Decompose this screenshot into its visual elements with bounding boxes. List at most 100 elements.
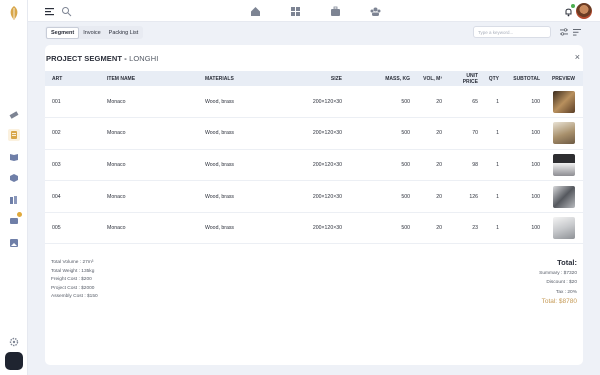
cell-subtotal: 100 <box>503 212 544 245</box>
cell-qty: 1 <box>482 212 503 245</box>
table-row[interactable]: 001 Monaco Wood, brass 200×120×30 500 20… <box>45 86 583 119</box>
grand-total: Total: $8780 <box>541 298 577 306</box>
page-title: PROJECT SEGMENT - LONGHI <box>46 54 158 63</box>
cell-art: 001 <box>45 86 103 119</box>
cell-qty: 1 <box>482 86 503 119</box>
cell-subtotal: 100 <box>503 180 544 213</box>
cell-subtotal: 100 <box>503 86 544 119</box>
cell-vol: 20 <box>414 117 446 150</box>
freight-cost: Freight Cost : $200 <box>51 277 92 283</box>
cell-size: 200×120×30 <box>301 212 346 245</box>
preview-thumbnail[interactable] <box>552 217 575 240</box>
totals-heading: Total: <box>557 258 577 267</box>
col-materials[interactable]: MATERIALS <box>201 71 301 86</box>
home-icon[interactable] <box>249 5 261 17</box>
cell-materials: Wood, brass <box>201 86 301 119</box>
image-icon[interactable] <box>8 237 20 249</box>
cell-art: 005 <box>45 212 103 245</box>
cell-vol: 20 <box>414 86 446 119</box>
cell-art: 004 <box>45 180 103 213</box>
books-icon[interactable] <box>8 194 20 206</box>
cell-subtotal: 100 <box>503 149 544 182</box>
ruler-icon[interactable] <box>8 109 20 121</box>
col-unit-price[interactable]: UNIT PRICE <box>446 71 482 86</box>
notification-dot <box>571 4 575 8</box>
cube-icon[interactable] <box>8 172 20 184</box>
briefcase-icon[interactable] <box>329 5 341 17</box>
preview-thumbnail[interactable] <box>552 185 575 208</box>
cell-size: 200×120×30 <box>301 180 346 213</box>
menu-icon[interactable] <box>43 5 55 17</box>
cell-preview <box>544 117 583 150</box>
team-icon[interactable] <box>369 5 381 17</box>
cell-mass: 500 <box>346 212 414 245</box>
totals-summary: Total: Summary : $7320 Discount : $20 Ta… <box>539 257 577 307</box>
chat-icon[interactable] <box>8 212 22 227</box>
cell-materials: Wood, brass <box>201 212 301 245</box>
cell-mass: 500 <box>346 117 414 150</box>
col-item-name[interactable]: ITEM NAME <box>103 71 201 86</box>
cell-qty: 1 <box>482 117 503 150</box>
sort-icon[interactable] <box>572 27 582 37</box>
cell-unit-price: 65 <box>446 86 482 119</box>
cell-preview <box>544 149 583 182</box>
cell-mass: 500 <box>346 149 414 182</box>
cell-materials: Wood, brass <box>201 149 301 182</box>
col-mass[interactable]: MASS, KG <box>346 71 414 86</box>
cell-materials: Wood, brass <box>201 117 301 150</box>
cell-materials: Wood, brass <box>201 180 301 213</box>
cell-item-name: Monaco <box>103 117 201 150</box>
preview-thumbnail[interactable] <box>552 153 575 176</box>
col-subtotal[interactable]: SUBTOTAL <box>503 71 544 86</box>
notification-dot <box>17 212 22 217</box>
preview-thumbnail[interactable] <box>552 122 575 145</box>
cell-unit-price: 98 <box>446 149 482 182</box>
preview-thumbnail[interactable] <box>552 90 575 113</box>
document-icon[interactable] <box>8 129 20 141</box>
col-size[interactable]: SIZE <box>301 71 346 86</box>
cell-subtotal: 100 <box>503 117 544 150</box>
cell-qty: 1 <box>482 180 503 213</box>
col-art[interactable]: ART <box>45 71 103 86</box>
cell-preview <box>544 212 583 245</box>
top-bar <box>28 0 600 22</box>
table-row[interactable]: 005 Monaco Wood, brass 200×120×30 500 20… <box>45 212 583 245</box>
col-qty[interactable]: QTY <box>482 71 503 86</box>
cell-preview <box>544 86 583 119</box>
segment-tabs: Segment Invoice Packing List <box>45 26 144 39</box>
grid-icon[interactable] <box>289 5 301 17</box>
total-weight: Total Weight : 135kg <box>51 268 95 274</box>
search-input[interactable] <box>473 26 551 38</box>
title-subtitle: LONGHI <box>129 54 159 63</box>
cell-size: 200×120×30 <box>301 149 346 182</box>
cell-item-name: Monaco <box>103 86 201 119</box>
search-icon[interactable] <box>60 5 72 17</box>
table-row[interactable]: 003 Monaco Wood, brass 200×120×30 500 20… <box>45 149 583 182</box>
avatar[interactable] <box>576 3 592 19</box>
cell-unit-price: 23 <box>446 212 482 245</box>
table-row[interactable]: 004 Monaco Wood, brass 200×120×30 500 20… <box>45 180 583 213</box>
total-volume: Total Volume : 27m³ <box>51 260 94 265</box>
app-switcher-button[interactable] <box>5 352 23 370</box>
tab-invoice[interactable]: Invoice <box>79 28 104 38</box>
book-icon[interactable] <box>8 151 20 163</box>
discount-value: Discount : $20 <box>546 280 577 286</box>
col-vol[interactable]: VOL, M³ <box>414 71 446 86</box>
col-preview[interactable]: PREVIEW <box>544 71 583 86</box>
table-row[interactable]: 002 Monaco Wood, brass 200×120×30 500 20… <box>45 117 583 150</box>
tab-packing-list[interactable]: Packing List <box>105 28 143 38</box>
settings-icon[interactable] <box>8 336 20 348</box>
cell-mass: 500 <box>346 86 414 119</box>
cell-size: 200×120×30 <box>301 117 346 150</box>
cell-qty: 1 <box>482 149 503 182</box>
items-table: ART ITEM NAME MATERIALS SIZE MASS, KG VO… <box>45 71 583 245</box>
left-rail <box>0 0 28 375</box>
cost-breakdown: Total Volume : 27m³ Total Weight : 135kg… <box>51 259 98 302</box>
tab-segment[interactable]: Segment <box>46 26 80 39</box>
cell-mass: 500 <box>346 180 414 213</box>
cell-art: 003 <box>45 149 103 182</box>
close-icon[interactable]: × <box>575 52 580 62</box>
logo-icon[interactable] <box>8 6 20 20</box>
bell-icon[interactable] <box>562 4 575 17</box>
filter-icon[interactable] <box>559 27 569 37</box>
